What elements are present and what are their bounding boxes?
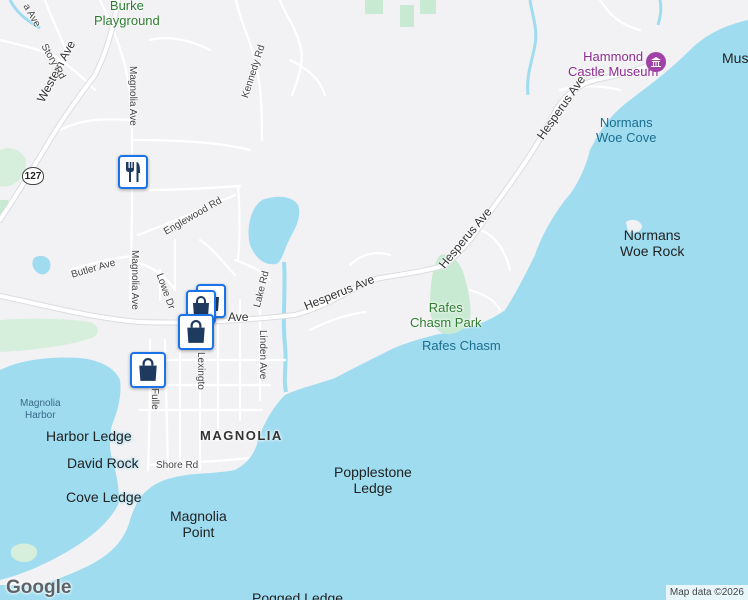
popplestone-ledge-label: Popplestone Ledge: [334, 464, 412, 496]
magnolia-harbor-label: Magnolia Harbor: [20, 398, 61, 421]
hammond-castle-label[interactable]: Hammond Castle Museum: [568, 49, 658, 79]
shopping-marker-3[interactable]: [178, 314, 214, 350]
lexington-label: Lexingto: [195, 352, 206, 390]
shopping-marker-4[interactable]: [130, 352, 166, 388]
fork-knife-icon: [126, 162, 140, 182]
restaurant-marker[interactable]: [118, 155, 148, 189]
harbor-ledge-label: Harbor Ledge: [46, 428, 132, 444]
map-attribution[interactable]: Map data ©2026: [665, 585, 748, 600]
map-base-layer: [0, 0, 748, 600]
google-logo[interactable]: Google: [6, 577, 71, 599]
fuller-label: Fulle: [149, 388, 160, 410]
museum-icon[interactable]: [646, 52, 666, 72]
shopping-bag-icon: [187, 320, 205, 343]
magnolia-ave-north-label: Magnolia Ave: [127, 66, 138, 126]
linden-ave-label: Linden Ave: [257, 330, 268, 380]
david-rock-label: David Rock: [67, 455, 139, 471]
cove-ledge-label: Cove Ledge: [66, 489, 142, 505]
shore-rd-label: Shore Rd: [156, 460, 199, 471]
burke-playground-label: Burke Playground: [94, 0, 160, 28]
ave-fragment-label: Ave: [228, 310, 249, 324]
normans-woe-rock-label: Normans Woe Rock: [620, 227, 685, 259]
magnolia-point-label: Magnolia Point: [170, 508, 227, 540]
mus-label: Mus: [722, 50, 748, 66]
shopping-bag-icon: [139, 358, 157, 381]
pogged-ledge-label: Pogged Ledge: [252, 590, 344, 600]
magnolia-ave-south-label: Magnolia Ave: [129, 250, 140, 310]
rafes-chasm-label: Rafes Chasm: [422, 338, 501, 353]
magnolia-town-label: MAGNOLIA: [200, 428, 283, 443]
route-127-shield: 127: [22, 167, 44, 185]
normans-woe-cove-label: Normans Woe Cove: [596, 115, 657, 145]
map-canvas[interactable]: Burke Playground MAGNOLIA Magnolia Harbo…: [0, 0, 748, 600]
rafes-chasm-park-label[interactable]: Rafes Chasm Park: [410, 300, 482, 330]
